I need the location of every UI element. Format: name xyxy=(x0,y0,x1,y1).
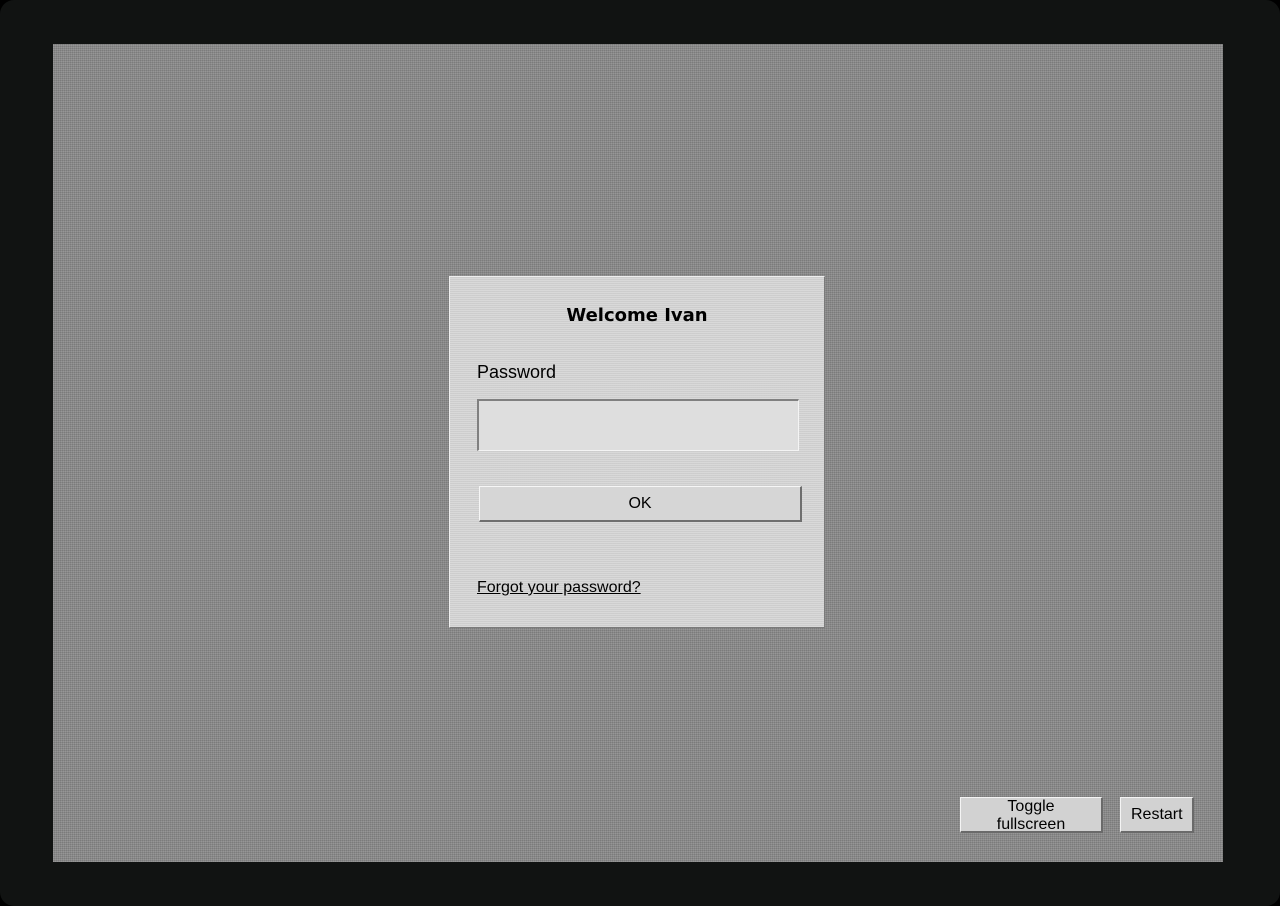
monitor-bezel: Welcome Ivan Password OK Forgot your pas… xyxy=(0,0,1280,906)
desktop-screen: Welcome Ivan Password OK Forgot your pas… xyxy=(53,44,1223,862)
toggle-fullscreen-button[interactable]: Toggle fullscreen xyxy=(960,797,1103,833)
restart-button[interactable]: Restart xyxy=(1120,797,1194,833)
password-label: Password xyxy=(477,362,557,382)
dialog-title: Welcome Ivan xyxy=(566,305,708,326)
password-input[interactable] xyxy=(477,399,799,451)
ok-button[interactable]: OK xyxy=(479,486,802,522)
forgot-password-link[interactable]: Forgot your password? xyxy=(477,579,641,597)
login-dialog: Welcome Ivan Password OK Forgot your pas… xyxy=(449,276,825,628)
